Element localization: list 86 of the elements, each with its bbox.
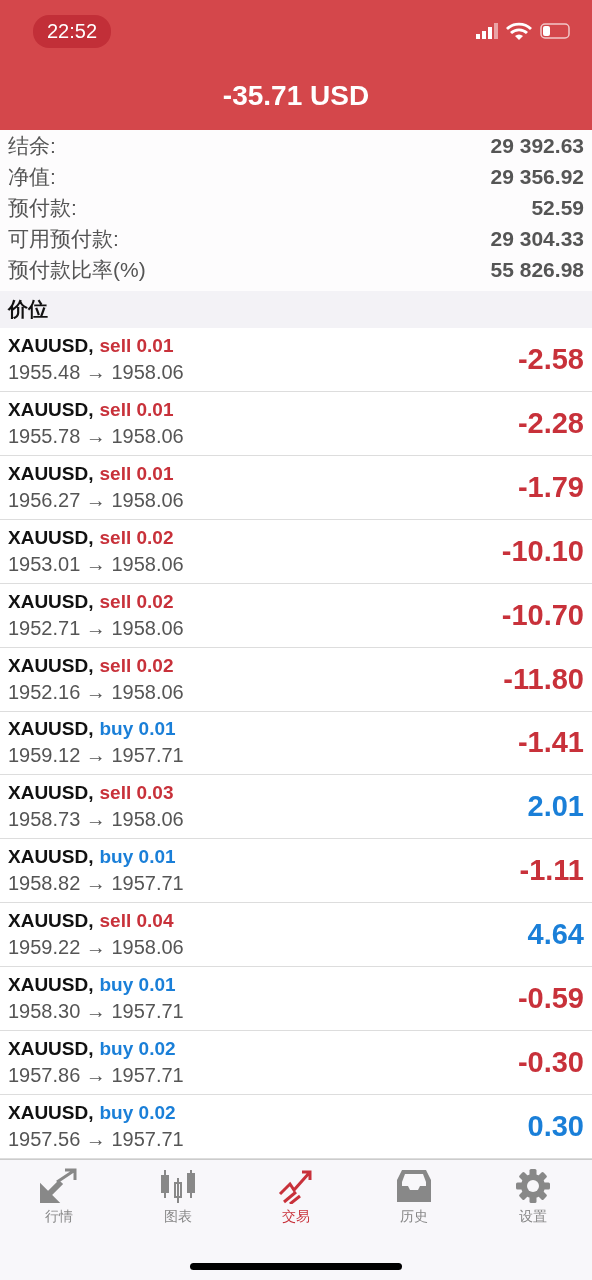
symbol-text: XAUUSD, <box>8 590 94 613</box>
summary-label: 可用预付款: <box>8 225 119 252</box>
position-row[interactable]: XAUUSD, buy 0.02 1957.56 → 1957.71 0.30 <box>0 1095 592 1159</box>
profit-text: -10.10 <box>501 534 584 568</box>
order-text: buy 0.01 <box>99 846 176 869</box>
profit-text: -10.70 <box>501 598 584 632</box>
price-text: 1958.73 → 1958.06 <box>8 808 184 832</box>
tab[interactable]: 行情 <box>14 1168 105 1226</box>
profit-text: -2.28 <box>517 406 584 440</box>
position-row[interactable]: XAUUSD, buy 0.01 1958.30 → 1957.71 -0.59 <box>0 967 592 1032</box>
symbol-text: XAUUSD, <box>8 910 94 933</box>
profit-text: 0.30 <box>527 1110 584 1143</box>
profit-text: -11.80 <box>503 662 584 696</box>
summary-label: 净值: <box>8 163 56 190</box>
order-text: buy 0.01 <box>99 974 176 997</box>
order-text: sell 0.02 <box>99 654 174 677</box>
profit-text: -0.59 <box>517 982 584 1016</box>
symbol-text: XAUUSD, <box>8 398 94 421</box>
arrows-icon <box>39 1168 80 1204</box>
symbol-text: XAUUSD, <box>8 974 94 997</box>
signal-icon <box>476 23 498 39</box>
order-text: buy 0.02 <box>99 1038 176 1061</box>
position-row[interactable]: XAUUSD, buy 0.01 1959.12 → 1957.71 -1.41 <box>0 711 592 776</box>
position-row[interactable]: XAUUSD, sell 0.02 1952.71 → 1958.06 -10.70 <box>0 583 592 648</box>
tab[interactable]: 设置 <box>487 1168 578 1226</box>
position-row[interactable]: XAUUSD, sell 0.03 1958.73 → 1958.06 2.01 <box>0 775 592 840</box>
profit-text: -1.11 <box>519 854 584 888</box>
price-text: 1957.86 → 1957.71 <box>8 1064 184 1088</box>
summary-value: 29 392.63 <box>490 133 584 158</box>
profit-title: -35.71 USD <box>222 80 370 112</box>
tab[interactable]: 图表 <box>132 1168 223 1226</box>
position-row[interactable]: XAUUSD, sell 0.01 1956.27 → 1958.06 -1.79 <box>0 455 592 520</box>
tab[interactable]: 交易 <box>250 1168 341 1226</box>
symbol-text: XAUUSD, <box>8 846 94 869</box>
order-text: sell 0.02 <box>99 526 174 549</box>
price-text: 1959.22 → 1958.06 <box>8 936 184 960</box>
symbol-text: XAUUSD, <box>8 782 94 805</box>
position-row[interactable]: XAUUSD, sell 0.02 1952.16 → 1958.06 -11.80 <box>0 647 592 712</box>
battery-icon <box>540 23 570 39</box>
price-text: 1957.56 → 1957.71 <box>8 1128 184 1151</box>
summary-value: 55 826.98 <box>490 257 584 282</box>
symbol-text: XAUUSD, <box>8 654 94 677</box>
profit-text: -1.41 <box>517 726 584 760</box>
profit-text: 2.01 <box>527 790 584 824</box>
position-row[interactable]: XAUUSD, sell 0.01 1955.78 → 1958.06 -2.28 <box>0 391 592 456</box>
wifi-icon <box>506 22 532 40</box>
price-text: 1955.78 → 1958.06 <box>8 424 184 448</box>
position-row[interactable]: XAUUSD, sell 0.04 1959.22 → 1958.06 4.64 <box>0 903 592 968</box>
order-text: sell 0.02 <box>99 590 174 613</box>
price-text: 1956.27 → 1958.06 <box>8 488 184 512</box>
profit-text: -0.30 <box>517 1046 584 1080</box>
summary-label: 预付款比率(%) <box>8 256 146 283</box>
summary-label: 结余: <box>8 132 56 159</box>
summary-value: 29 356.92 <box>490 164 584 189</box>
summary-label: 预付款: <box>8 194 77 221</box>
order-text: buy 0.01 <box>99 718 176 741</box>
symbol-text: XAUUSD, <box>8 1038 94 1061</box>
status-time: 22:52 <box>33 14 112 48</box>
position-row[interactable]: XAUUSD, buy 0.01 1958.82 → 1957.71 -1.11 <box>0 839 592 904</box>
section-title: 价位 <box>8 297 48 322</box>
symbol-text: XAUUSD, <box>8 718 94 741</box>
profit-text: 4.64 <box>527 918 584 952</box>
order-text: sell 0.03 <box>99 782 174 805</box>
order-text: sell 0.01 <box>99 334 174 357</box>
price-text: 1958.30 → 1957.71 <box>8 1000 184 1024</box>
price-text: 1952.16 → 1958.06 <box>8 680 184 704</box>
price-text: 1958.82 → 1957.71 <box>8 872 184 896</box>
symbol-text: XAUUSD, <box>8 1102 94 1124</box>
price-text: 1955.48 → 1958.06 <box>8 360 184 384</box>
order-text: sell 0.01 <box>99 398 174 421</box>
position-row[interactable]: XAUUSD, sell 0.02 1953.01 → 1958.06 -10.10 <box>0 519 592 584</box>
symbol-text: XAUUSD, <box>8 334 94 357</box>
position-row[interactable]: XAUUSD, buy 0.02 1957.86 → 1957.71 -0.30 <box>0 1031 592 1096</box>
order-text: buy 0.02 <box>99 1102 176 1124</box>
price-text: 1952.71 → 1958.06 <box>8 616 184 640</box>
symbol-text: XAUUSD, <box>8 462 94 485</box>
order-text: sell 0.04 <box>99 910 174 933</box>
profit-text: -1.79 <box>517 470 584 504</box>
price-text: 1959.12 → 1957.71 <box>8 744 184 768</box>
symbol-text: XAUUSD, <box>8 526 94 549</box>
summary-value: 29 304.33 <box>490 226 584 251</box>
order-text: sell 0.01 <box>99 462 174 485</box>
summary-value: 52.59 <box>531 195 584 220</box>
price-text: 1953.01 → 1958.06 <box>8 552 184 576</box>
profit-text: -2.58 <box>517 342 584 376</box>
position-row[interactable]: XAUUSD, sell 0.01 1955.48 → 1958.06 -2.58 <box>0 328 592 392</box>
